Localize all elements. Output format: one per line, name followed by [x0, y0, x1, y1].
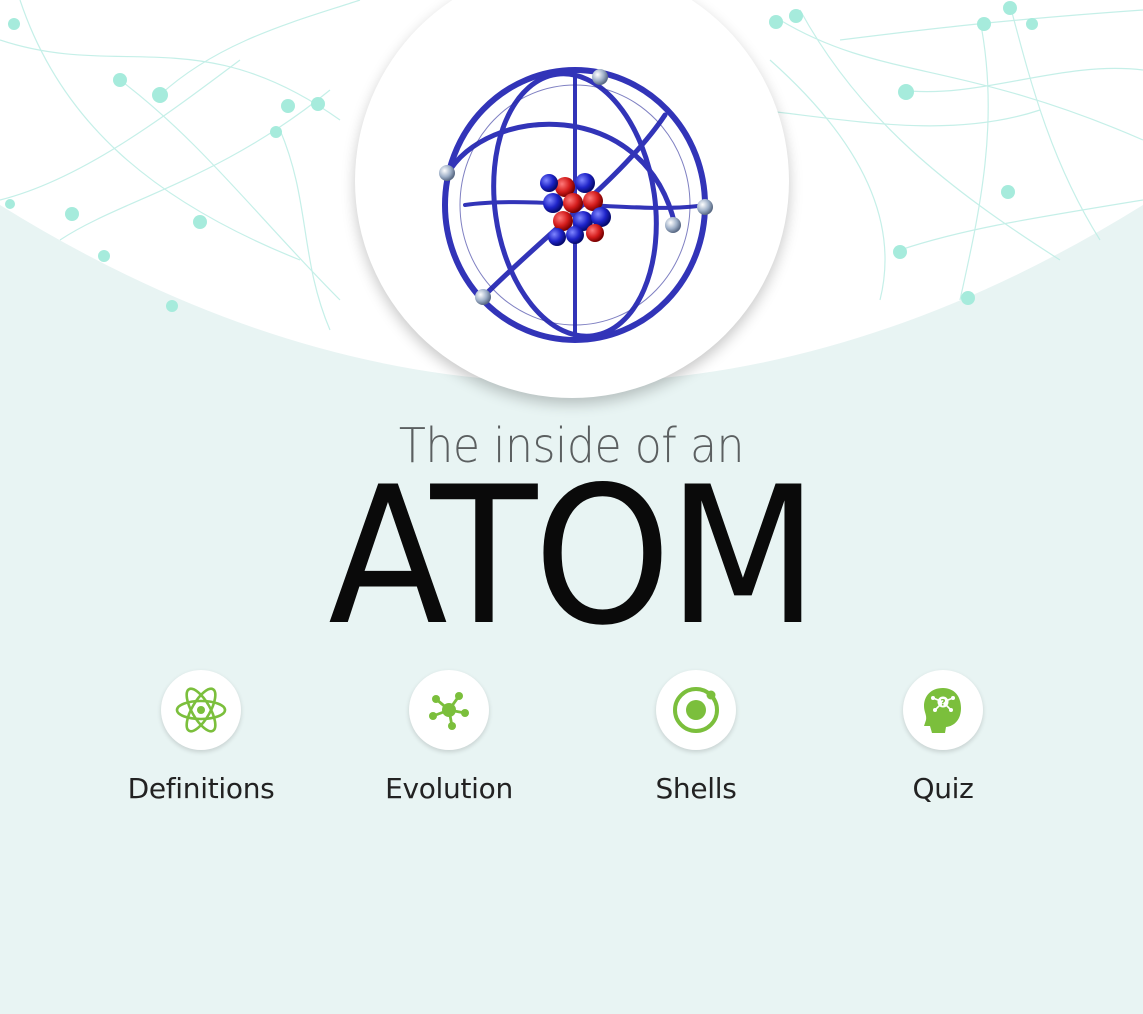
menu-icon-circle: [656, 670, 736, 750]
menu-label: Evolution: [385, 772, 513, 805]
page-title: ATOM: [328, 446, 818, 667]
svg-text:?: ?: [940, 699, 945, 709]
atom-model-icon: [439, 67, 713, 343]
menu-label: Definitions: [127, 772, 275, 805]
menu-item-quiz[interactable]: ? Quiz: [843, 670, 1043, 805]
menu-icon-circle: ?: [903, 670, 983, 750]
atom-icon: [175, 687, 227, 733]
head-question-icon: ?: [924, 688, 961, 733]
molecule-icon: [429, 692, 469, 730]
menu-item-shells[interactable]: Shells: [596, 670, 796, 805]
menu-label: Shells: [655, 772, 737, 805]
app-screen: The inside of an ATOM Definitions Evolut…: [0, 0, 1143, 1014]
menu-item-definitions[interactable]: Definitions: [101, 670, 301, 805]
menu-label: Quiz: [912, 772, 974, 805]
menu-icon-circle: [161, 670, 241, 750]
menu-item-evolution[interactable]: Evolution: [349, 670, 549, 805]
shell-ring-icon: [673, 687, 719, 733]
menu-icon-circle: [409, 670, 489, 750]
